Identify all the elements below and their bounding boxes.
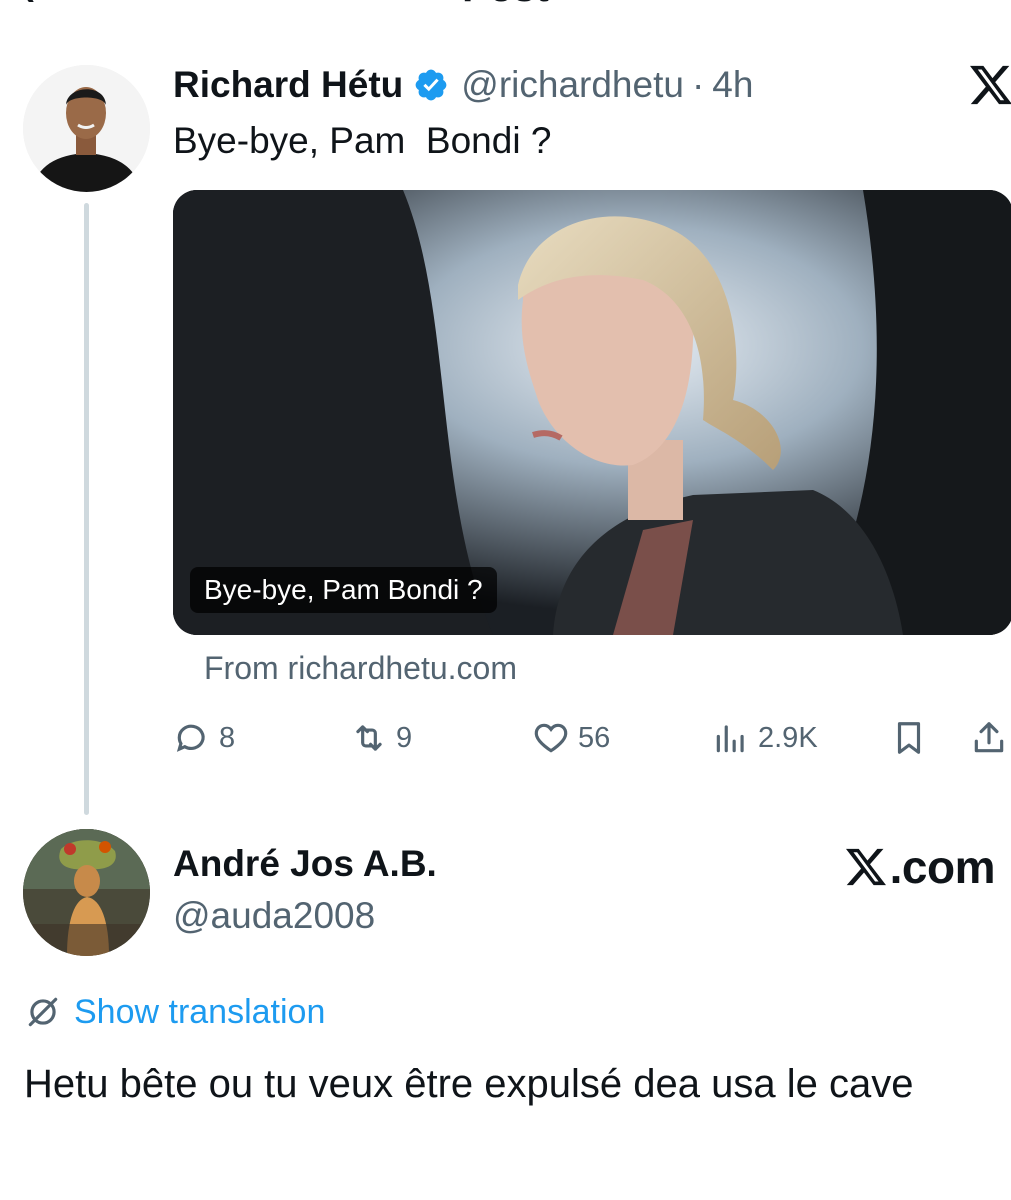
author-name[interactable]: Richard Hétu — [173, 64, 403, 106]
x-com-logo: .com — [844, 840, 996, 894]
reply-count: 8 — [219, 721, 236, 754]
heart-icon — [534, 723, 568, 753]
translation-row: Show translation — [24, 990, 325, 1034]
bookmark-icon — [897, 722, 921, 754]
views-icon — [716, 725, 744, 753]
avatar[interactable] — [23, 65, 150, 192]
views-count: 2.9K — [758, 721, 818, 754]
repost-icon — [356, 725, 382, 751]
like-count: 56 — [578, 721, 611, 754]
bookmark-button[interactable] — [890, 712, 928, 764]
avatar[interactable] — [23, 829, 150, 956]
reply-author-handle[interactable]: @auda2008 — [173, 895, 375, 937]
reply-icon — [176, 724, 205, 752]
tweet-text: Bye-bye, Pam Bondi ? — [173, 120, 552, 161]
x-logo-icon — [970, 65, 1011, 105]
translate-icon — [28, 997, 58, 1027]
repost-button[interactable]: 9 — [350, 712, 412, 764]
action-bar: 8 9 56 2.9K — [0, 712, 1011, 764]
separator-dot: · — [691, 64, 705, 105]
reply-button[interactable]: 8 — [173, 712, 235, 764]
views-button[interactable]: 2.9K — [712, 712, 818, 764]
share-icon — [974, 722, 1004, 753]
post-time[interactable]: 4h — [712, 64, 753, 106]
x-logo-icon — [845, 848, 886, 886]
tweet-header: Richard Hétu @richardhetu · 4h — [173, 60, 753, 110]
media-caption: Bye-bye, Pam Bondi ? — [190, 567, 497, 613]
share-button[interactable] — [970, 712, 1008, 764]
reply-text: Hetu bête ou tu veux être expulsé dea us… — [24, 1062, 914, 1106]
like-button[interactable]: 56 — [532, 712, 610, 764]
show-translation-link[interactable]: Show translation — [74, 993, 325, 1032]
verified-badge-icon — [415, 69, 447, 101]
link-source[interactable]: From richardhetu.com — [204, 650, 517, 687]
author-handle[interactable]: @richardhetu — [461, 64, 684, 106]
page-title: Post — [0, 0, 1011, 11]
top-bar: ‹ Post — [0, 0, 1011, 14]
brand-suffix: .com — [889, 841, 996, 893]
reply-author-name[interactable]: André Jos A.B. — [173, 843, 437, 885]
repost-count: 9 — [396, 721, 413, 754]
